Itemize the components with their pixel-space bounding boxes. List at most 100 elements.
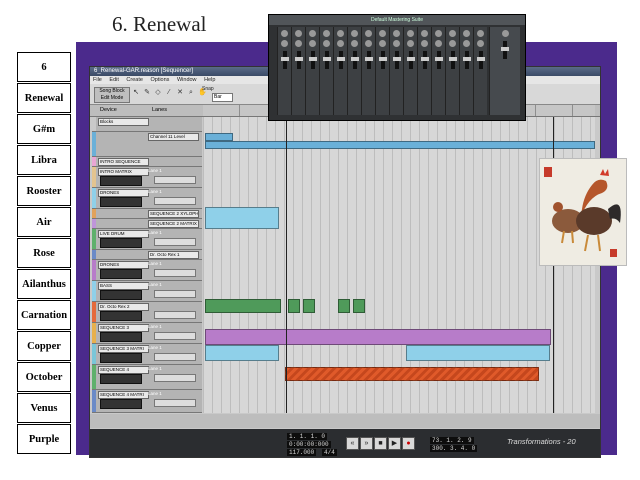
track-row[interactable]: SEQUENCE 3 Lane 1 xyxy=(92,323,202,344)
mixer-channel[interactable] xyxy=(319,27,333,115)
track-row[interactable]: SEQUENCE 2 XYLOPH xyxy=(92,209,202,219)
knob-icon[interactable] xyxy=(295,40,302,47)
knob-icon[interactable] xyxy=(477,40,484,47)
track-row[interactable]: INTRO MATRIX Lane 1 xyxy=(92,167,202,188)
knob-icon[interactable] xyxy=(407,30,414,37)
mixer-channel[interactable] xyxy=(473,27,487,115)
mixer-channel[interactable] xyxy=(389,27,403,115)
fader[interactable] xyxy=(294,51,303,69)
track-row[interactable]: LIVE DRUM Lane 1 xyxy=(92,229,202,250)
knob-icon[interactable] xyxy=(421,30,428,37)
track-controls[interactable] xyxy=(154,332,196,340)
knob-icon[interactable] xyxy=(323,40,330,47)
knob-icon[interactable] xyxy=(365,40,372,47)
knob-icon[interactable] xyxy=(365,30,372,37)
pencil-tool-icon[interactable]: ✎ xyxy=(143,89,151,97)
mixer-channel[interactable] xyxy=(347,27,361,115)
track-name[interactable]: Channel 11 Level xyxy=(148,133,199,141)
knob-icon[interactable] xyxy=(309,40,316,47)
track-row[interactable]: Channel 11 Level xyxy=(92,132,202,157)
fader[interactable] xyxy=(322,51,331,69)
fast-forward-button[interactable]: » xyxy=(360,437,373,450)
magnify-tool-icon[interactable]: ⌕ xyxy=(187,89,195,97)
menu-file[interactable]: File xyxy=(93,77,102,83)
play-button[interactable]: ▶ xyxy=(388,437,401,450)
song-block-toggle[interactable]: Song Block Edit Mode xyxy=(94,87,130,103)
knob-icon[interactable] xyxy=(463,40,470,47)
menu-options[interactable]: Options xyxy=(150,77,169,83)
automation-clip[interactable] xyxy=(205,133,233,141)
mixer-channel[interactable] xyxy=(403,27,417,115)
mute-tool-icon[interactable]: ✕ xyxy=(176,89,184,97)
track-name[interactable]: Dr. Octo Rex 1 xyxy=(148,251,199,259)
mixer-channel[interactable] xyxy=(459,27,473,115)
fader[interactable] xyxy=(280,51,289,69)
knob-icon[interactable] xyxy=(393,30,400,37)
fader[interactable] xyxy=(420,51,429,69)
clip[interactable] xyxy=(205,345,279,361)
mixer-channel[interactable] xyxy=(375,27,389,115)
arrow-tool-icon[interactable]: ↖ xyxy=(132,89,140,97)
rewind-button[interactable]: « xyxy=(346,437,359,450)
fader[interactable] xyxy=(378,51,387,69)
clip[interactable] xyxy=(205,207,279,229)
track-controls[interactable] xyxy=(154,238,196,246)
clip[interactable] xyxy=(288,299,300,313)
tempo-display[interactable]: 117.000 xyxy=(287,449,317,456)
knob-icon[interactable] xyxy=(435,30,442,37)
track-name[interactable]: DRONES xyxy=(98,189,149,197)
track-controls[interactable] xyxy=(154,311,196,319)
mixer-channel[interactable] xyxy=(431,27,445,115)
clip[interactable] xyxy=(303,299,315,313)
arrangement-area[interactable] xyxy=(203,117,595,445)
knob-icon[interactable] xyxy=(393,40,400,47)
record-button[interactable]: ● xyxy=(402,437,415,450)
signature-display[interactable]: 4/4 xyxy=(322,449,337,456)
fader[interactable] xyxy=(392,51,401,69)
track-controls[interactable] xyxy=(154,290,196,298)
knob-icon[interactable] xyxy=(281,30,288,37)
knob-icon[interactable] xyxy=(421,40,428,47)
knob-icon[interactable] xyxy=(295,30,302,37)
fader[interactable] xyxy=(406,51,415,69)
mixer-channel[interactable] xyxy=(417,27,431,115)
knob-icon[interactable] xyxy=(477,30,484,37)
razor-tool-icon[interactable]: ⁄ xyxy=(165,89,173,97)
mixer-channel[interactable] xyxy=(291,27,305,115)
track-row[interactable]: Dr. Octo Rex 2 xyxy=(92,302,202,323)
snap-select[interactable]: Bar xyxy=(212,93,233,102)
track-row[interactable]: SEQUENCE 2 MATRIX xyxy=(92,219,202,229)
track-row[interactable]: SEQUENCE 4 Lane 1 xyxy=(92,365,202,390)
automation-clip[interactable] xyxy=(205,141,595,149)
knob-icon[interactable] xyxy=(351,40,358,47)
fader[interactable] xyxy=(462,51,471,69)
master-section[interactable] xyxy=(489,27,520,115)
fader[interactable] xyxy=(364,51,373,69)
clip[interactable] xyxy=(338,299,350,313)
fader[interactable] xyxy=(476,51,485,69)
menu-edit[interactable]: Edit xyxy=(109,77,118,83)
track-row[interactable]: Blocks xyxy=(92,117,202,132)
eraser-tool-icon[interactable]: ◇ xyxy=(154,89,162,97)
knob-icon[interactable] xyxy=(351,30,358,37)
track-controls[interactable] xyxy=(154,197,196,205)
fader[interactable] xyxy=(308,51,317,69)
track-controls[interactable] xyxy=(154,374,196,382)
mixer-channel[interactable] xyxy=(333,27,347,115)
knob-icon[interactable] xyxy=(501,30,509,37)
track-controls[interactable] xyxy=(154,269,196,277)
menu-create[interactable]: Create xyxy=(126,77,143,83)
right-locator-display[interactable]: 300. 3. 4. 0 xyxy=(430,445,478,452)
menu-help[interactable]: Help xyxy=(204,77,215,83)
knob-icon[interactable] xyxy=(281,40,288,47)
left-locator-display[interactable]: 73. 1. 2. 9 xyxy=(430,437,474,444)
track-controls[interactable] xyxy=(154,399,196,407)
track-row[interactable]: SEQUENCE 4 MATRI Lane 1 xyxy=(92,390,202,413)
track-controls[interactable] xyxy=(154,176,196,184)
clip[interactable] xyxy=(205,329,551,345)
knob-icon[interactable] xyxy=(407,40,414,47)
menu-window[interactable]: Window xyxy=(177,77,197,83)
track-name[interactable]: LIVE DRUM xyxy=(98,230,149,238)
position-display[interactable]: 1. 1. 1. 0 xyxy=(287,433,328,440)
knob-icon[interactable] xyxy=(323,30,330,37)
